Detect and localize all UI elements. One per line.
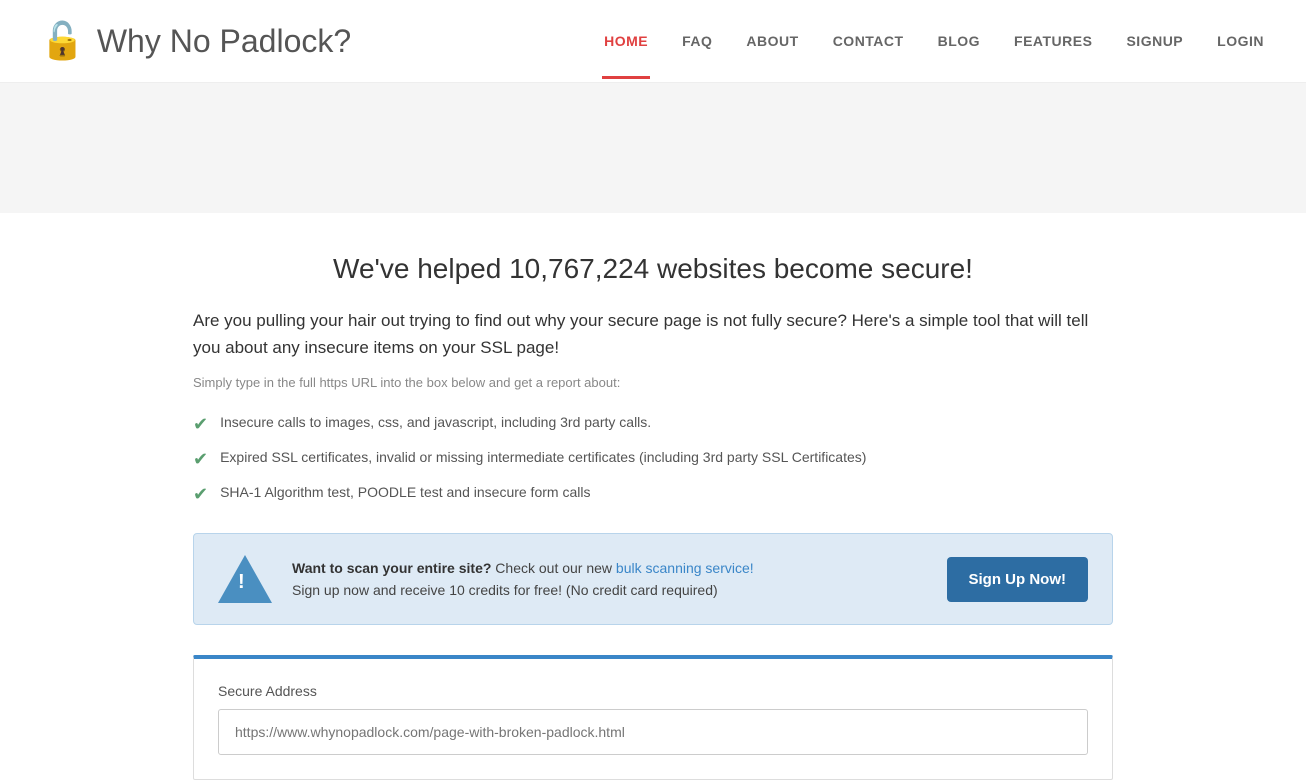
nav-blog[interactable]: BLOG (936, 33, 982, 49)
header: 🔓 Why No Padlock? HOME FAQ ABOUT CONTACT… (0, 0, 1306, 83)
banner-bold: Want to scan your entire site? (292, 560, 491, 576)
banner-subtext: Sign up now and receive 10 credits for f… (292, 582, 718, 598)
nav-about[interactable]: ABOUT (744, 33, 800, 49)
feature-text-1: Insecure calls to images, css, and javas… (220, 414, 651, 430)
nav-signup[interactable]: SIGNUP (1124, 33, 1185, 49)
padlock-icon: 🔓 (40, 20, 85, 62)
features-list: ✔ Insecure calls to images, css, and jav… (193, 414, 1113, 503)
feature-item-1: ✔ Insecure calls to images, css, and jav… (193, 414, 1113, 433)
form-label: Secure Address (218, 683, 1088, 699)
logo-area: 🔓 Why No Padlock? (40, 20, 351, 62)
banner-link[interactable]: Check out our new bulk scanning service! (495, 560, 753, 576)
feature-item-2: ✔ Expired SSL certificates, invalid or m… (193, 449, 1113, 468)
warning-triangle-icon (218, 555, 272, 603)
checkmark-icon-1: ✔ (193, 415, 208, 433)
nav-faq[interactable]: FAQ (680, 33, 714, 49)
checkmark-icon-2: ✔ (193, 450, 208, 468)
feature-text-3: SHA-1 Algorithm test, POODLE test and in… (220, 484, 590, 500)
page-description: Are you pulling your hair out trying to … (193, 307, 1113, 361)
warning-icon-wrap (218, 552, 272, 606)
nav-contact[interactable]: CONTACT (831, 33, 906, 49)
url-form-section: Secure Address (193, 655, 1113, 780)
checkmark-icon-3: ✔ (193, 485, 208, 503)
nav-home[interactable]: HOME (602, 33, 650, 49)
page-headline: We've helped 10,767,224 websites become … (193, 253, 1113, 285)
hero-banner (0, 83, 1306, 213)
nav-features[interactable]: FEATURES (1012, 33, 1094, 49)
nav-login[interactable]: LOGIN (1215, 33, 1266, 49)
main-nav: HOME FAQ ABOUT CONTACT BLOG FEATURES SIG… (602, 33, 1266, 49)
banner-text-content: Want to scan your entire site? Check out… (292, 557, 927, 602)
signup-button[interactable]: Sign Up Now! (947, 557, 1089, 602)
promo-banner: Want to scan your entire site? Check out… (193, 533, 1113, 625)
feature-text-2: Expired SSL certificates, invalid or mis… (220, 449, 866, 465)
page-subtitle: Simply type in the full https URL into t… (193, 375, 1113, 390)
bulk-scan-link[interactable]: bulk scanning service! (616, 560, 754, 576)
url-input[interactable] (218, 709, 1088, 755)
logo-text: Why No Padlock? (97, 23, 351, 60)
main-content: We've helped 10,767,224 websites become … (173, 213, 1133, 780)
feature-item-3: ✔ SHA-1 Algorithm test, POODLE test and … (193, 484, 1113, 503)
